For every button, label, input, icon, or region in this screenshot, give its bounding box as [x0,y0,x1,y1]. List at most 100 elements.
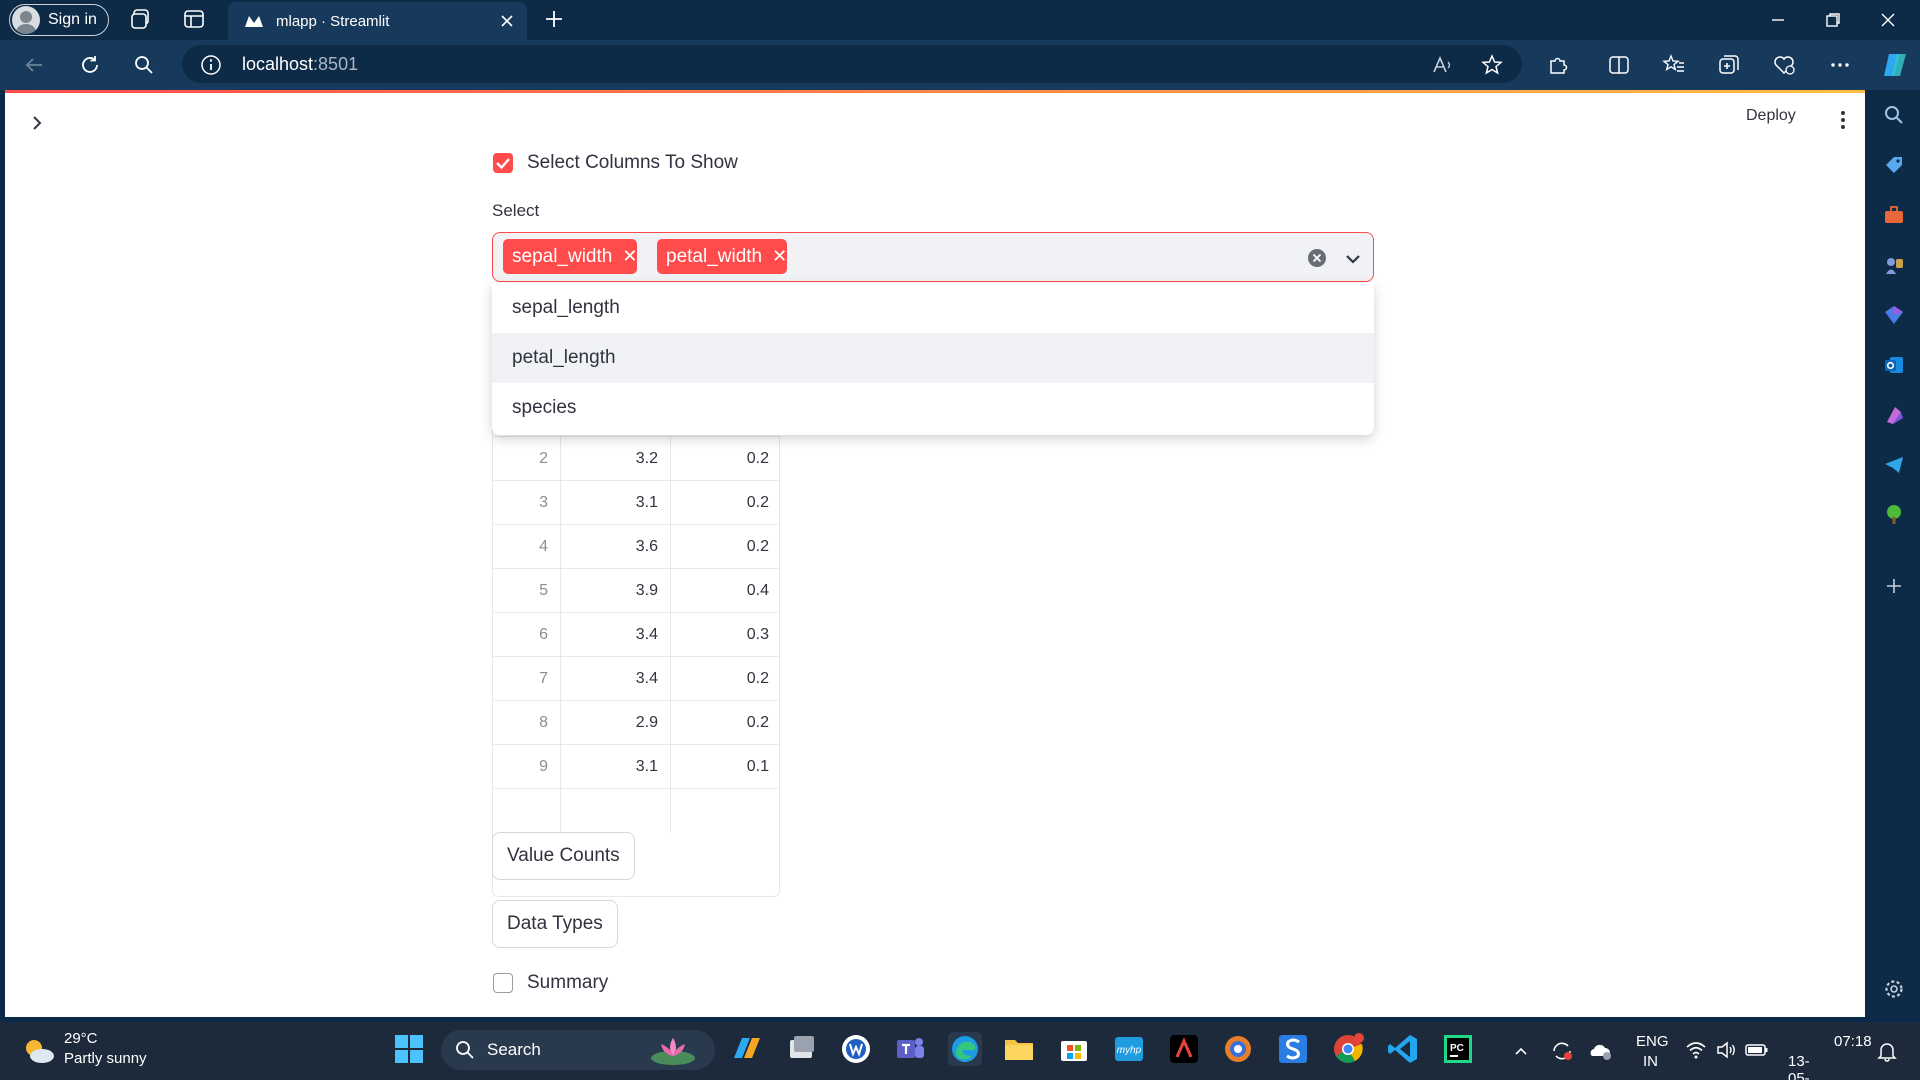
sepal-width-cell: 3.1 [561,745,671,789]
word-app-icon[interactable] [839,1032,873,1066]
task-view-icon[interactable] [784,1032,818,1066]
onedrive-icon[interactable] [1588,1039,1614,1063]
tab-mlapp[interactable]: mlapp · Streamlit [228,2,527,40]
windows-taskbar: 29°C Partly sunny Search myhp PC ENG IN … [0,1022,1920,1080]
summary-checkbox[interactable] [493,973,513,993]
tab-title: mlapp · Streamlit [276,12,390,30]
option-species[interactable]: species [492,383,1374,433]
petal-width-cell: 0.2 [746,494,769,511]
url-field[interactable]: localhost:8501 [182,45,1522,83]
sign-in-button[interactable]: Sign in [9,4,109,36]
sepal-width-cell: 3.4 [561,657,671,701]
clock-time[interactable]: 07:18 [1834,1033,1872,1050]
back-icon[interactable] [22,53,46,77]
column-multiselect[interactable]: sepal_width ✕ petal_width ✕ [492,232,1374,282]
ms365-icon[interactable] [1883,404,1905,426]
adobe-app-icon[interactable] [1167,1032,1201,1066]
chip-petal-width[interactable]: petal_width ✕ [657,239,788,274]
extensions-icon[interactable] [1546,53,1570,77]
clear-all-icon[interactable] [1307,248,1327,268]
deploy-button[interactable]: Deploy [1746,107,1796,125]
main-menu-icon[interactable] [1836,109,1850,131]
svg-text:PC: PC [1450,1043,1464,1054]
copilot-designer-icon[interactable] [1883,304,1905,326]
table-row: 7 3.4 0.2 [493,656,779,701]
search-icon [455,1040,475,1060]
start-windows-icon[interactable] [392,1032,426,1066]
sidebar-settings-icon[interactable] [1883,978,1905,1000]
close-window-icon[interactable] [1876,8,1900,32]
close-tab-icon[interactable] [497,11,517,31]
table-row [493,788,779,833]
remove-chip-icon[interactable]: ✕ [772,246,787,267]
petal-width-cell: 0.2 [746,670,769,687]
file-explorer-icon[interactable] [1002,1032,1036,1066]
games-icon[interactable] [1883,254,1905,276]
browser-app-icon[interactable] [1221,1032,1255,1066]
clock-date[interactable]: 13-05-2024 [1788,1053,1821,1080]
svg-text:myhp: myhp [1117,1045,1142,1056]
lang-in[interactable]: IN [1643,1053,1658,1070]
option-petal-length[interactable]: petal_length [492,333,1374,383]
notification-bell-icon[interactable] [1876,1040,1898,1062]
site-info-icon[interactable] [200,54,222,76]
edge-app-icon[interactable] [948,1032,982,1066]
refresh-icon[interactable] [78,53,102,77]
more-options-icon[interactable] [1828,53,1852,77]
tools-briefcase-icon[interactable] [1883,204,1905,226]
tab-actions-icon[interactable] [183,8,205,30]
skype-s-app-icon[interactable] [1276,1032,1310,1066]
shopping-tag-icon[interactable] [1883,154,1905,176]
workspaces-icon[interactable] [130,8,152,30]
tree-icon[interactable] [1883,504,1905,526]
teams-app-icon[interactable] [893,1032,927,1066]
row-index: 3 [493,481,561,525]
taskbar-search[interactable]: Search [441,1030,715,1070]
streamlit-page: Deploy Select Columns To Show Select 2 3… [5,93,1865,1017]
remove-chip-icon[interactable]: ✕ [622,246,637,267]
add-sidebar-icon[interactable] [1883,575,1905,597]
petal-width-cell: 0.4 [746,582,769,599]
ms-store-icon[interactable] [1057,1032,1091,1066]
sync-icon[interactable] [1550,1039,1574,1063]
split-screen-icon[interactable] [1607,53,1631,77]
favorites-icon[interactable] [1662,53,1686,77]
select-columns-checkbox[interactable] [493,153,513,173]
lotus-highlight-icon [649,1034,697,1066]
row-index: 2 [493,437,561,481]
url-text: localhost:8501 [242,54,358,75]
value-counts-button[interactable]: Value Counts [492,832,635,880]
chevron-down-icon[interactable] [1343,249,1363,269]
restore-icon[interactable] [1821,8,1845,32]
sepal-width-cell: 3.4 [561,613,671,657]
row-index: 7 [493,657,561,701]
volume-icon[interactable] [1715,1040,1737,1060]
data-types-button[interactable]: Data Types [492,900,618,948]
battery-icon[interactable] [1745,1041,1769,1059]
vscode-app-icon[interactable] [1386,1032,1420,1066]
minimize-icon[interactable] [1766,8,1790,32]
wifi-icon[interactable] [1685,1040,1707,1060]
read-aloud-icon[interactable] [1432,54,1454,76]
search-icon[interactable] [132,53,156,77]
copilot-pre-app-icon[interactable] [730,1032,764,1066]
chip-sepal-width[interactable]: sepal_width ✕ [503,239,638,274]
browser-essentials-icon[interactable] [1772,53,1796,77]
telegram-icon[interactable] [1883,454,1905,476]
lang-eng[interactable]: ENG [1636,1033,1669,1050]
copilot-icon[interactable] [1880,50,1910,80]
table-row: 4 3.6 0.2 [493,524,779,569]
collections-icon[interactable] [1717,53,1741,77]
sidebar-search-icon[interactable] [1883,104,1905,126]
new-tab-icon[interactable] [543,8,565,30]
expand-sidebar-icon[interactable] [27,113,47,133]
select-columns-label: Select Columns To Show [527,152,738,173]
chevron-up-icon[interactable] [1512,1042,1530,1060]
option-sepal-length[interactable]: sepal_length [492,283,1374,333]
hp-app-icon[interactable]: myhp [1112,1032,1146,1066]
pycharm-app-icon[interactable]: PC [1441,1032,1475,1066]
outlook-icon[interactable] [1883,354,1905,376]
favorite-star-icon[interactable] [1480,53,1504,77]
chrome-app-icon[interactable] [1331,1032,1365,1066]
partly-sunny-icon [22,1036,56,1066]
